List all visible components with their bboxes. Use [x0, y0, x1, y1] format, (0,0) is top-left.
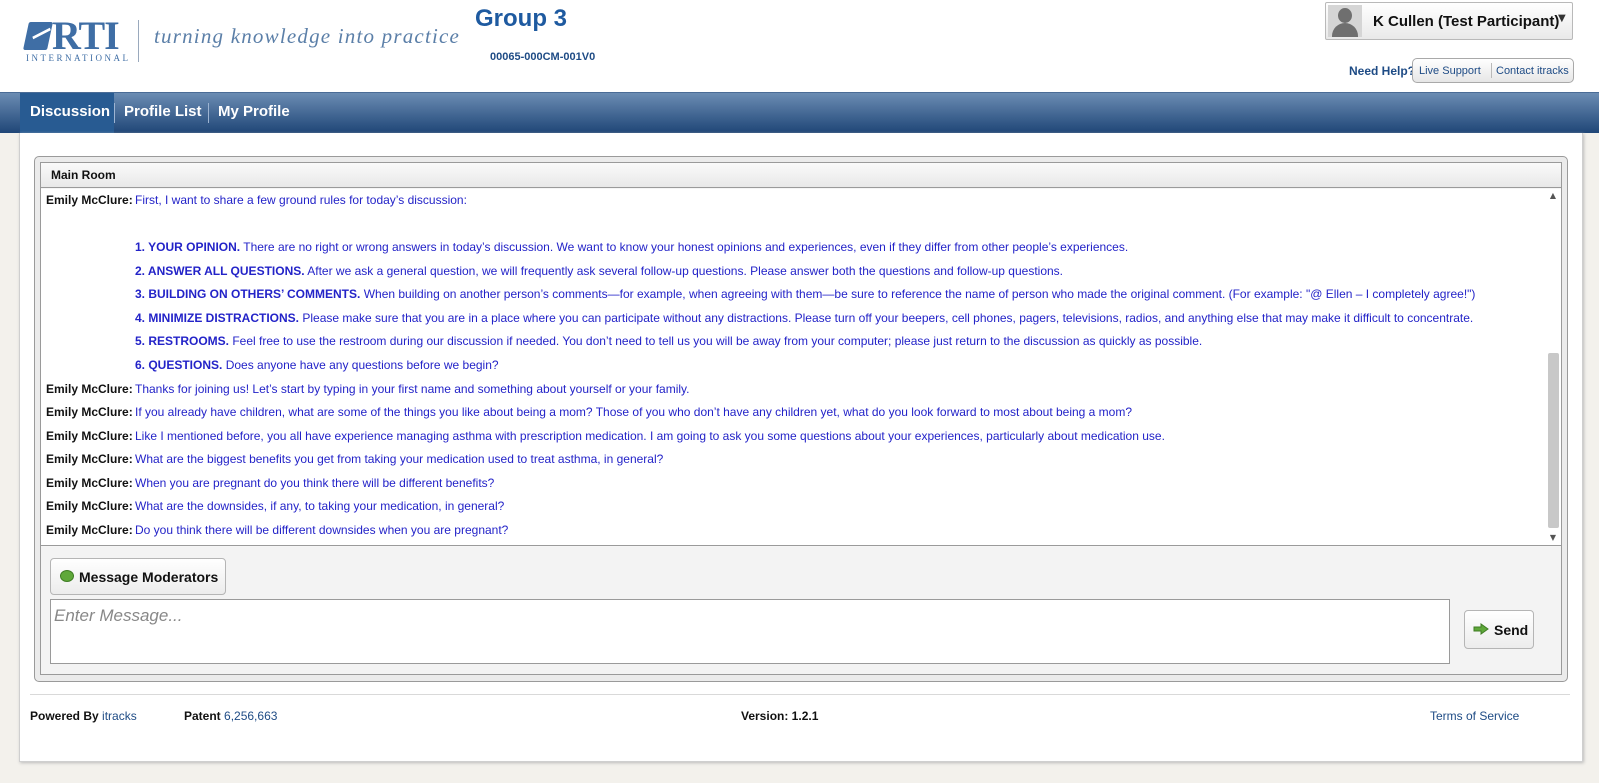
- rule-heading: 1. YOUR OPINION.: [135, 240, 241, 254]
- message-sender: Emily McClure:: [46, 382, 133, 396]
- message-moderators-label: Message Moderators: [79, 569, 219, 585]
- message-text: If you already have children, what are s…: [135, 405, 1133, 419]
- version: Version: 1.2.1: [741, 709, 819, 723]
- rti-logo-mark-icon: [23, 22, 53, 50]
- message-text: 5. RESTROOMS. Feel free to use the restr…: [135, 332, 1202, 350]
- rule-heading: 2. ANSWER ALL QUESTIONS.: [135, 264, 305, 278]
- user-avatar-icon: [1328, 5, 1362, 37]
- message-text: 1. YOUR OPINION. There are no right or w…: [135, 238, 1128, 256]
- rule-text: After we ask a general question, we will…: [304, 264, 1064, 278]
- scroll-down-icon[interactable]: ▼: [1546, 531, 1560, 545]
- footer-divider: [30, 694, 1570, 695]
- logo-divider: [138, 20, 139, 62]
- message-text: 2. ANSWER ALL QUESTIONS. After we ask a …: [135, 262, 1063, 280]
- user-menu[interactable]: K Cullen (Test Participant) ▼: [1325, 2, 1573, 40]
- message-text: Thanks for joining us! Let’s start by ty…: [135, 382, 690, 396]
- scroll-thumb[interactable]: [1548, 353, 1559, 528]
- message-item: 5. RESTROOMS. Feel free to use the restr…: [46, 332, 1516, 354]
- message-item: Emily McClure: When you are pregnant do …: [46, 474, 1516, 496]
- message-text: 3. BUILDING ON OTHERS’ COMMENTS. When bu…: [135, 285, 1475, 303]
- tagline: turning knowledge into practice: [154, 24, 461, 48]
- message-text: Like I mentioned before, you all have ex…: [135, 429, 1165, 443]
- chat-bubble-icon: [60, 570, 74, 582]
- send-arrow-icon: [1473, 623, 1489, 635]
- send-button[interactable]: Send: [1464, 610, 1534, 649]
- chat-panel: Main Room Emily McClure: First, I want t…: [34, 156, 1568, 682]
- message-text: First, I want to share a few ground rule…: [135, 193, 467, 207]
- dropdown-caret-icon: ▼: [1558, 13, 1566, 24]
- need-help-label: Need Help?: [1349, 64, 1416, 78]
- patent: Patent 6,256,663: [184, 709, 277, 723]
- patent-label: Patent: [184, 709, 221, 723]
- logo-subtitle: INTERNATIONAL: [26, 53, 131, 63]
- message-item: Emily McClure: If you already have child…: [46, 403, 1516, 425]
- message-text: 4. MINIMIZE DISTRACTIONS. Please make su…: [135, 309, 1473, 327]
- message-item: 2. ANSWER ALL QUESTIONS. After we ask a …: [46, 262, 1516, 284]
- message-text: What are the downsides, if any, to takin…: [135, 499, 505, 513]
- support-links: Live Support Contact itracks: [1412, 58, 1574, 83]
- message-sender: Emily McClure:: [46, 429, 133, 443]
- message-list[interactable]: Emily McClure: First, I want to share a …: [41, 189, 1561, 546]
- main-nav: Discussion Profile List My Profile: [0, 92, 1599, 133]
- message-item: Emily McClure: First, I want to share a …: [46, 191, 1516, 213]
- message-item: 4. MINIMIZE DISTRACTIONS. Please make su…: [46, 309, 1516, 331]
- rule-text: Does anyone have any questions before we…: [222, 358, 499, 372]
- rule-text: Feel free to use the restroom during our…: [229, 334, 1203, 348]
- group-code: 00065-000CM-001V0: [490, 51, 596, 63]
- message-sender: Emily McClure:: [46, 452, 133, 466]
- header: RTI INTERNATIONAL turning knowledge into…: [0, 0, 1599, 92]
- rule-text: Please make sure that you are in a place…: [299, 311, 1474, 325]
- tab-discussion[interactable]: Discussion: [20, 93, 114, 133]
- message-sender: Emily McClure:: [46, 476, 133, 490]
- message-item: Emily McClure: Thanks for joining us! Le…: [46, 380, 1516, 402]
- message-moderators-button[interactable]: Message Moderators: [50, 558, 226, 595]
- message-text: When you are pregnant do you think there…: [135, 476, 495, 490]
- itracks-link[interactable]: itracks: [102, 709, 137, 723]
- message-item: Emily McClure: What are the biggest bene…: [46, 450, 1516, 472]
- message-item: 1. YOUR OPINION. There are no right or w…: [46, 238, 1516, 260]
- contact-itracks-link[interactable]: Contact itracks: [1496, 65, 1569, 77]
- room-title: Main Room: [41, 163, 1561, 188]
- message-sender: Emily McClure:: [46, 499, 133, 513]
- message-text: Do you think there will be different dow…: [135, 523, 509, 537]
- message-item: 3. BUILDING ON OTHERS’ COMMENTS. When bu…: [46, 285, 1516, 307]
- tab-my-profile[interactable]: My Profile: [208, 93, 300, 133]
- message-item: Emily McClure: What are the downsides, i…: [46, 497, 1516, 519]
- group-title: Group 3: [475, 5, 568, 32]
- message-text: What are the biggest benefits you get fr…: [135, 452, 664, 466]
- message-item: 6. QUESTIONS. Does anyone have any quest…: [46, 356, 1516, 378]
- terms-of-service-link[interactable]: Terms of Service: [1430, 709, 1519, 723]
- message-composer: Message Moderators Send: [41, 547, 1561, 674]
- rule-text: There are no right or wrong answers in t…: [240, 240, 1129, 254]
- message-input[interactable]: [50, 599, 1450, 664]
- message-item: Emily McClure: Do you think there will b…: [46, 521, 1516, 543]
- rule-heading: 4. MINIMIZE DISTRACTIONS.: [135, 311, 300, 325]
- footer: Powered By itracks Patent 6,256,663 Vers…: [30, 709, 1570, 729]
- powered-by-label: Powered By: [30, 709, 99, 723]
- rule-text: When building on another person’s commen…: [360, 287, 1476, 301]
- rti-logo: RTI INTERNATIONAL: [23, 16, 131, 63]
- patent-link[interactable]: 6,256,663: [224, 709, 277, 723]
- support-divider: [1491, 63, 1492, 78]
- user-name: K Cullen (Test Participant): [1373, 13, 1560, 30]
- send-label: Send: [1494, 622, 1529, 638]
- live-support-link[interactable]: Live Support: [1419, 65, 1481, 77]
- logo-text: RTI: [52, 13, 120, 58]
- rule-heading: 5. RESTROOMS.: [135, 334, 230, 348]
- scroll-up-icon[interactable]: ▲: [1546, 189, 1560, 203]
- rule-heading: 6. QUESTIONS.: [135, 358, 223, 372]
- message-sender: Emily McClure:: [46, 405, 133, 419]
- rule-heading: 3. BUILDING ON OTHERS’ COMMENTS.: [135, 287, 361, 301]
- main-content: Main Room Emily McClure: First, I want t…: [19, 133, 1583, 762]
- powered-by: Powered By itracks: [30, 709, 137, 723]
- tab-profile-list[interactable]: Profile List: [114, 93, 212, 133]
- chat-room: Main Room Emily McClure: First, I want t…: [40, 162, 1562, 675]
- message-item: Emily McClure: Like I mentioned before, …: [46, 427, 1516, 449]
- message-text: 6. QUESTIONS. Does anyone have any quest…: [135, 356, 499, 374]
- message-sender: Emily McClure:: [46, 193, 133, 207]
- message-sender: Emily McClure:: [46, 523, 133, 537]
- message-scrollbar[interactable]: ▲ ▼: [1546, 189, 1560, 545]
